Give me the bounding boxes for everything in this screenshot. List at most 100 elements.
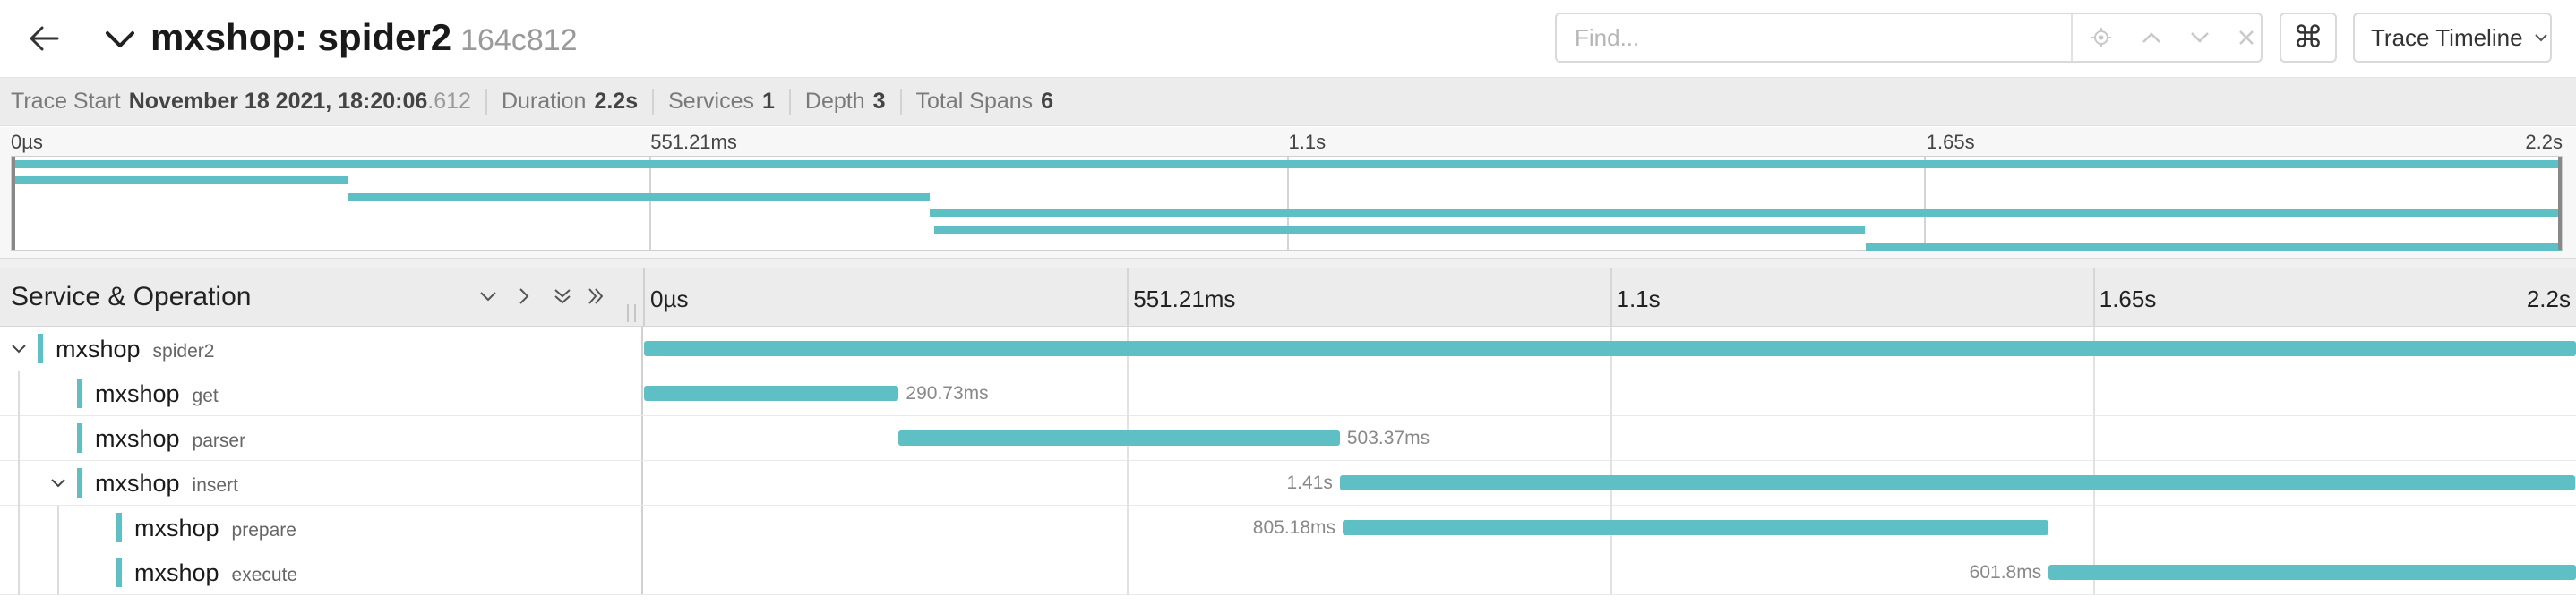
timeline-tick-label: 1.1s [1616,285,1661,312]
operation-name: get [192,386,219,406]
span-service-name[interactable]: mxshop insert [95,468,238,501]
column-divider [643,268,645,326]
tree-guide-line [57,550,59,595]
span-bar[interactable] [2048,565,2576,580]
find-box [1555,13,2263,63]
span-row-name-cell[interactable]: mxshop execute [0,550,643,595]
service-color-bar [116,558,122,587]
service-name: mxshop [95,425,180,452]
span-duration-label: 290.73ms [906,383,989,404]
span-service-name[interactable]: mxshop get [95,379,219,412]
span-duration-label: 805.18ms [1252,517,1336,538]
span-service-name[interactable]: mxshop spider2 [56,334,214,367]
span-row-name-cell[interactable]: mxshop parser [0,416,643,461]
span-row[interactable]: mxshop insert 1.41s [0,461,2576,506]
double-chevron-right-icon [588,288,604,304]
span-row-name-cell[interactable]: mxshop spider2 [0,327,643,371]
prev-match-button[interactable] [2137,23,2166,52]
operation-name: execute [231,565,298,585]
divider [485,88,487,115]
span-row-name-cell[interactable]: mxshop prepare [0,506,643,550]
view-select[interactable]: Trace Timeline [2353,13,2552,63]
close-icon [2239,30,2254,45]
service-name: mxshop [134,515,219,541]
trace-start-value: November 18 2021, 18:20:06.612 [128,89,471,114]
chevron-up-icon [2142,32,2160,43]
span-collapse-toggle[interactable] [7,337,30,360]
find-divider [2071,14,2073,61]
timeline-grid-line [1610,371,1612,416]
next-match-button[interactable] [2185,23,2214,52]
service-color-bar [77,379,82,408]
timeline-grid-line [1610,550,1612,595]
expand-one-button[interactable] [511,283,537,310]
keyboard-shortcuts-button[interactable]: ⌘ [2280,13,2337,63]
find-input[interactable] [1575,14,2031,61]
span-duration-label: 503.37ms [1346,428,1430,448]
tree-guide-line [18,416,20,461]
timeline-grid-line [1127,461,1129,506]
minimap-tick-label: 1.1s [1288,131,1327,153]
meta-depth: Depth 3 [804,89,886,114]
service-name: mxshop [134,559,219,586]
span-row-name-cell[interactable]: mxshop get [0,371,643,416]
span-row[interactable]: mxshop prepare 805.18ms [0,506,2576,550]
minimap-grid-line [1286,157,1289,250]
trace-id: 164c812 [460,23,578,57]
locate-button[interactable] [2087,23,2116,52]
collapse-header-button[interactable] [100,20,140,59]
span-row[interactable]: mxshop spider2 [0,327,2576,371]
minimap-tick-label: 551.21ms [650,131,737,153]
span-row[interactable]: mxshop get 290.73ms [0,371,2576,416]
span-service-name[interactable]: mxshop execute [134,558,297,591]
trace-name: mxshop: spider2 [150,16,452,58]
timeline-grid-line [1127,268,1129,326]
double-chevron-down-icon [554,289,571,304]
minimap-canvas[interactable] [11,156,2563,251]
chevron-down-icon [106,31,134,47]
back-button[interactable] [21,16,66,61]
span-duration-label: 1.41s [1286,473,1333,493]
timeline-header: Service & Operation 0µs 551.21ms 1.1s 1.65s… [0,268,2576,327]
span-row[interactable]: mxshop execute 601.8ms [0,550,2576,595]
trace-header: mxshop: spider2164c812 ⌘ Trace Timeline [0,0,2576,78]
trace-minimap[interactable]: 0µs 551.21ms 1.1s 1.65s 2.2s [0,127,2576,258]
span-row-name-cell[interactable]: mxshop insert [0,461,643,506]
timeline-tick-label: 0µs [650,285,689,312]
minimap-handle-left[interactable] [12,157,15,250]
span-service-name[interactable]: mxshop prepare [134,513,296,546]
expand-all-button[interactable] [582,283,609,310]
chevron-down-icon [12,344,26,353]
divider [788,88,791,115]
collapse-all-button[interactable] [549,283,576,310]
meta-total-spans: Total Spans 6 [915,89,1054,114]
operation-name: spider2 [152,341,215,362]
span-bar[interactable] [644,341,2576,356]
service-operation-title: Service & Operation [11,282,252,311]
span-row[interactable]: mxshop parser 503.37ms [0,416,2576,461]
span-service-name[interactable]: mxshop parser [95,423,245,456]
timeline-tick-label: 1.65s [2099,285,2157,312]
span-bar[interactable] [1343,520,2048,535]
meta-services: Services 1 [668,89,775,114]
span-bar[interactable] [898,430,1340,446]
tree-guide-line [18,550,20,595]
timeline-grid-line [1610,416,1612,461]
operation-name: insert [192,475,238,496]
span-bar[interactable] [1339,475,2576,490]
span-collapse-toggle[interactable] [47,471,70,494]
minimap-grid-line [648,157,651,250]
tree-guide-line [18,371,20,416]
minimap-tick-label: 2.2s [2525,131,2563,153]
locate-icon [2091,28,2111,47]
span-bar[interactable] [644,386,899,401]
service-name: mxshop [95,470,180,497]
column-resizer[interactable] [627,304,636,322]
clear-find-button[interactable] [2232,23,2261,52]
minimap-tick-label: 1.65s [1926,131,1975,153]
minimap-handle-right[interactable] [2558,157,2562,250]
operation-name: prepare [231,520,296,541]
view-select-label: Trace Timeline [2371,23,2523,51]
span-rows: mxshop spider2 mxshop get 290.73ms mxshop pars… [0,327,2576,605]
collapse-one-button[interactable] [475,283,502,310]
